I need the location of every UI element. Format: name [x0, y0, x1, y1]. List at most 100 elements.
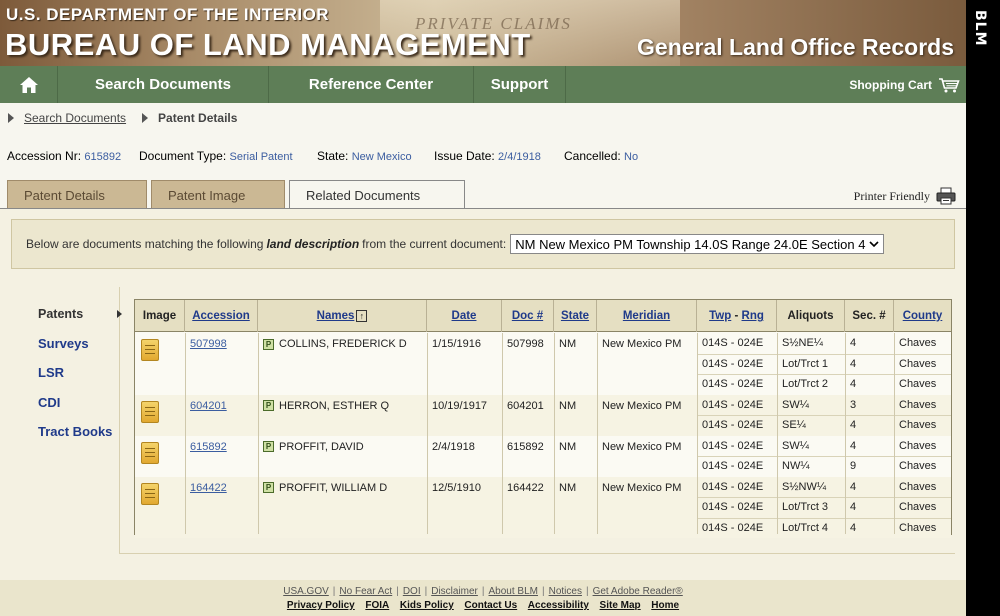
patentee-name: P PROFFIT, DAVID: [263, 441, 364, 453]
column-divider: [185, 333, 186, 534]
footer-link[interactable]: Contact Us: [464, 600, 517, 611]
document-image-icon[interactable]: [141, 482, 159, 505]
meridian: New Mexico PM: [602, 481, 682, 494]
col-twp-link[interactable]: Twp: [709, 310, 731, 322]
aliquot: SW¼: [782, 398, 809, 411]
col-date[interactable]: Date: [427, 300, 502, 332]
side-nav-lsr[interactable]: LSR: [28, 358, 128, 388]
footer-link[interactable]: Accessibility: [528, 600, 589, 611]
issue-date-field: Issue Date: 2/4/1918: [434, 149, 541, 163]
tab-related-documents[interactable]: Related Documents: [289, 180, 465, 210]
column-divider: [894, 333, 895, 534]
accession-link[interactable]: 507998: [190, 338, 227, 350]
land-description-prefix: Below are documents matching the followi…: [26, 237, 264, 251]
footer-link[interactable]: Privacy Policy: [287, 600, 355, 611]
land-row: 014S - 024E SW¼ 3 Chaves: [697, 395, 951, 416]
section: 9: [850, 460, 857, 472]
accession-link[interactable]: 604201: [190, 400, 227, 412]
patent-badge-icon[interactable]: P: [263, 482, 274, 494]
footer-separator: |: [332, 586, 336, 597]
land-description-select[interactable]: NM New Mexico PM Township 14.0S Range 24…: [510, 234, 885, 254]
meridian: New Mexico PM: [602, 399, 682, 412]
side-nav-surveys[interactable]: Surveys: [28, 329, 128, 359]
tab-bar: Patent Details Patent Image Related Docu…: [0, 179, 966, 210]
section: 4: [850, 521, 857, 534]
footer-link[interactable]: Disclaimer: [431, 586, 478, 597]
accession-link[interactable]: 164422: [190, 482, 227, 494]
footer-link[interactable]: USA.GOV: [283, 586, 329, 597]
land-row: 014S - 024E Lot/Trct 4 4 Chaves: [697, 518, 951, 539]
arrow-right-icon: [117, 309, 122, 318]
land-row: 014S - 024E S½NW¼ 4 Chaves: [697, 477, 951, 498]
bureau-title: BUREAU OF LAND MANAGEMENT: [5, 27, 531, 62]
footer-link[interactable]: No Fear Act: [339, 586, 392, 597]
col-meridian[interactable]: Meridian: [597, 300, 697, 332]
township-range: 014S - 024E: [702, 337, 764, 349]
footer-link[interactable]: DOI: [403, 586, 421, 597]
site-title: General Land Office Records: [637, 34, 954, 60]
patent-badge-icon[interactable]: P: [263, 441, 274, 453]
side-nav-tract-books[interactable]: Tract Books: [28, 417, 128, 447]
footer-link[interactable]: FOIA: [365, 600, 389, 611]
nav-reference-center[interactable]: Reference Center: [269, 66, 474, 103]
land-row: 014S - 024E SE¼ 4 Chaves: [697, 415, 951, 436]
document-image-icon[interactable]: [141, 339, 159, 361]
section: 4: [850, 501, 857, 513]
nav-support[interactable]: Support: [474, 66, 566, 103]
col-county[interactable]: County: [894, 300, 951, 332]
results-table: Image Accession Names ↑ Date Doc # State…: [134, 299, 952, 538]
breadcrumb-search-documents[interactable]: Search Documents: [24, 111, 126, 125]
footer-separator: |: [424, 586, 428, 597]
county: Chaves: [899, 337, 937, 349]
footer-link[interactable]: Home: [651, 600, 679, 611]
patent-badge-icon[interactable]: P: [263, 338, 274, 350]
printer-friendly-label: Printer Friendly: [853, 188, 930, 203]
page: PRIVATE CLAIMS U.S. DEPARTMENT OF THE IN…: [0, 0, 966, 616]
state: NM: [559, 440, 577, 453]
footer-link[interactable]: Notices: [549, 586, 582, 597]
state: NM: [559, 481, 577, 494]
patent-badge-icon[interactable]: P: [263, 400, 274, 412]
side-nav-patents[interactable]: Patents: [28, 299, 128, 329]
side-nav-cdi[interactable]: CDI: [28, 388, 128, 418]
site-header: PRIVATE CLAIMS U.S. DEPARTMENT OF THE IN…: [0, 0, 966, 66]
col-doc-number[interactable]: Doc #: [502, 300, 554, 332]
footer-link[interactable]: Get Adobe Reader®: [593, 586, 683, 597]
col-names[interactable]: Names ↑: [258, 300, 427, 332]
doc-number: 507998: [507, 338, 544, 350]
printer-friendly-link[interactable]: Printer Friendly: [854, 187, 956, 205]
tab-patent-details[interactable]: Patent Details: [7, 180, 147, 209]
state-field: State: New Mexico: [317, 149, 412, 163]
shopping-cart-link[interactable]: Shopping Cart: [849, 66, 960, 103]
col-names-label: Names: [316, 310, 355, 322]
tab-patent-image[interactable]: Patent Image: [151, 180, 285, 209]
accession-link[interactable]: 615892: [190, 441, 227, 453]
column-divider: [502, 333, 503, 534]
footer-link[interactable]: Kids Policy: [400, 600, 454, 611]
nav-home-button[interactable]: [0, 66, 58, 103]
sort-icon: ↑: [356, 310, 368, 322]
document-image-icon[interactable]: [141, 400, 159, 423]
column-divider: [777, 333, 778, 534]
land-description-bar: Below are documents matching the followi…: [11, 219, 955, 269]
township-range: 014S - 024E: [702, 398, 764, 411]
county: Chaves: [899, 419, 937, 431]
document-type-field: Document Type: Serial Patent: [139, 149, 293, 163]
col-state[interactable]: State: [554, 300, 597, 332]
accession-value: 615892: [84, 151, 122, 163]
col-section: Sec. #: [845, 300, 894, 332]
section: 4: [850, 439, 857, 452]
document-image-icon[interactable]: [141, 441, 159, 464]
aliquot: NW¼: [782, 460, 810, 472]
footer-link[interactable]: Site Map: [600, 600, 641, 611]
county: Chaves: [899, 439, 937, 452]
printer-icon: [936, 187, 956, 205]
department-title: U.S. DEPARTMENT OF THE INTERIOR: [6, 5, 330, 24]
col-rng-link[interactable]: Rng: [742, 310, 764, 322]
col-accession[interactable]: Accession: [185, 300, 258, 332]
breadcrumb: Search Documents Patent Details: [0, 103, 966, 133]
county: Chaves: [899, 521, 937, 534]
footer-link[interactable]: About BLM: [489, 586, 538, 597]
township-range: 014S - 024E: [702, 501, 764, 513]
nav-search-documents[interactable]: Search Documents: [58, 66, 269, 103]
